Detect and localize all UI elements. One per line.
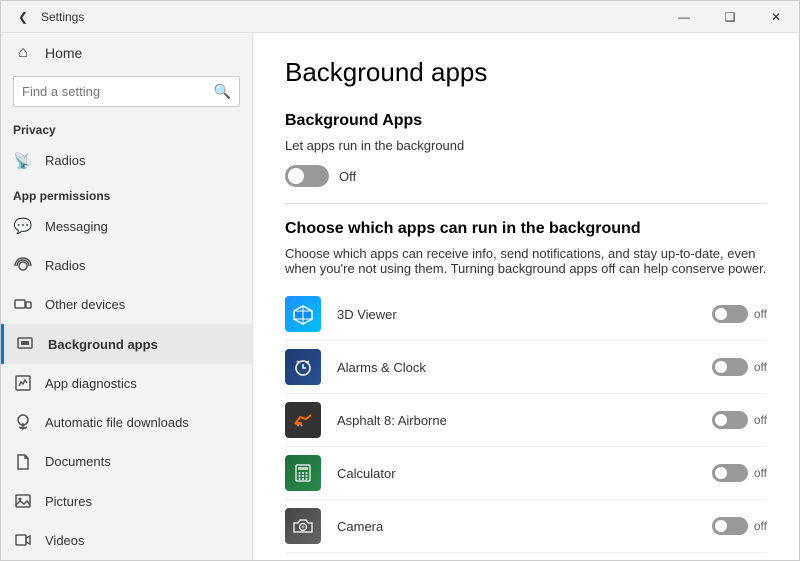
sidebar-item-pictures[interactable]: Pictures: [1, 481, 252, 520]
messaging-icon: 💬: [13, 216, 33, 236]
app-toggle-knob-calculator: [715, 467, 727, 479]
app-toggle-label-alarms: off: [754, 360, 767, 374]
radios-icon: [13, 256, 33, 276]
app-toggle-asphalt[interactable]: [712, 411, 748, 429]
app-icon-3dviewer: [285, 296, 321, 332]
app-toggle-label-asphalt: off: [754, 413, 767, 427]
window-controls: — ❑ ✕: [661, 1, 799, 32]
choose-apps-desc: Choose which apps can receive info, send…: [285, 246, 767, 276]
app-item-alarms: Alarms & Clock off: [285, 341, 767, 394]
search-input[interactable]: [22, 84, 214, 99]
sidebar-item-videos[interactable]: Videos: [1, 521, 252, 560]
choose-apps-title: Choose which apps can run in the backgro…: [285, 220, 767, 238]
settings-window: ❮ Settings — ❑ ✕ ⌂ Home 🔍 Privacy 📡 Radi…: [0, 0, 800, 561]
main-toggle[interactable]: [285, 165, 329, 187]
app-toggle-knob-camera: [715, 520, 727, 532]
main-toggle-label: Off: [339, 169, 356, 184]
app-toggle-group-alarms: off: [712, 358, 767, 376]
background-apps-section-title: Background Apps: [285, 112, 767, 130]
minimize-button[interactable]: —: [661, 1, 707, 33]
other-devices-icon: [13, 295, 33, 315]
background-apps-icon: [16, 334, 36, 354]
titlebar: ❮ Settings — ❑ ✕: [1, 1, 799, 33]
section-divider: [285, 203, 767, 204]
app-icon-alarms: [285, 349, 321, 385]
sidebar-item-app-diagnostics[interactable]: App diagnostics: [1, 364, 252, 403]
back-button[interactable]: ❮: [9, 3, 37, 31]
app-item-3dviewer: 3D Viewer off: [285, 288, 767, 341]
main-toggle-knob: [288, 168, 304, 184]
search-icon[interactable]: 🔍: [214, 83, 231, 100]
app-toggle-calculator[interactable]: [712, 464, 748, 482]
sidebar: ⌂ Home 🔍 Privacy 📡 Radios App permission…: [1, 33, 253, 560]
app-name-alarms: Alarms & Clock: [337, 360, 712, 375]
app-toggle-knob-alarms: [715, 361, 727, 373]
main-toggle-row: Off: [285, 165, 767, 187]
app-toggle-alarms[interactable]: [712, 358, 748, 376]
home-icon: ⌂: [13, 43, 33, 63]
app-name-calculator: Calculator: [337, 466, 712, 481]
app-toggle-camera[interactable]: [712, 517, 748, 535]
videos-icon: [13, 530, 33, 550]
content-area: Background apps Background Apps Let apps…: [253, 33, 799, 560]
documents-icon: [13, 452, 33, 472]
app-icon-calculator: [285, 455, 321, 491]
let-apps-desc: Let apps run in the background: [285, 138, 767, 153]
app-diagnostics-icon: [13, 373, 33, 393]
sidebar-item-radios[interactable]: Radios: [1, 246, 252, 285]
app-toggle-knob-3dviewer: [715, 308, 727, 320]
sidebar-item-radios-partial[interactable]: 📡 Radios: [1, 141, 252, 180]
sidebar-item-other-devices[interactable]: Other devices: [1, 285, 252, 324]
app-item-asphalt: Asphalt 8: Airborne off: [285, 394, 767, 447]
app-name-3dviewer: 3D Viewer: [337, 307, 712, 322]
messaging-label: Messaging: [45, 219, 108, 234]
app-toggle-group-asphalt: off: [712, 411, 767, 429]
app-permissions-label: App permissions: [1, 181, 252, 207]
main-layout: ⌂ Home 🔍 Privacy 📡 Radios App permission…: [1, 33, 799, 560]
app-list: 3D Viewer off: [285, 288, 767, 560]
app-item-cortana: Cortana off: [285, 553, 767, 560]
sidebar-item-auto-downloads[interactable]: Automatic file downloads: [1, 403, 252, 442]
app-toggle-3dviewer[interactable]: [712, 305, 748, 323]
app-toggle-knob-asphalt: [715, 414, 727, 426]
app-toggle-group-3dviewer: off: [712, 305, 767, 323]
background-apps-label: Background apps: [48, 337, 158, 352]
privacy-section-label: Privacy: [1, 115, 252, 141]
app-toggle-label-3dviewer: off: [754, 307, 767, 321]
app-name-asphalt: Asphalt 8: Airborne: [337, 413, 712, 428]
page-title: Background apps: [285, 57, 767, 88]
maximize-button[interactable]: ❑: [707, 1, 753, 33]
close-button[interactable]: ✕: [753, 1, 799, 33]
app-toggle-group-calculator: off: [712, 464, 767, 482]
radios-partial-icon: 📡: [13, 151, 33, 171]
sidebar-item-home[interactable]: ⌂ Home: [1, 33, 252, 72]
app-icon-camera: [285, 508, 321, 544]
auto-downloads-icon: [13, 413, 33, 433]
app-toggle-group-camera: off: [712, 517, 767, 535]
sidebar-item-documents[interactable]: Documents: [1, 442, 252, 481]
search-box[interactable]: 🔍: [13, 76, 240, 107]
sidebar-item-background-apps[interactable]: Background apps: [1, 324, 252, 363]
home-label: Home: [45, 45, 82, 61]
pictures-icon: [13, 491, 33, 511]
sidebar-item-messaging[interactable]: 💬 Messaging: [1, 207, 252, 246]
app-toggle-label-calculator: off: [754, 466, 767, 480]
app-icon-asphalt: [285, 402, 321, 438]
app-item-calculator: Calculator off: [285, 447, 767, 500]
app-name-camera: Camera: [337, 519, 712, 534]
app-item-camera: Camera off: [285, 500, 767, 553]
window-title: Settings: [41, 10, 661, 24]
app-toggle-label-camera: off: [754, 519, 767, 533]
